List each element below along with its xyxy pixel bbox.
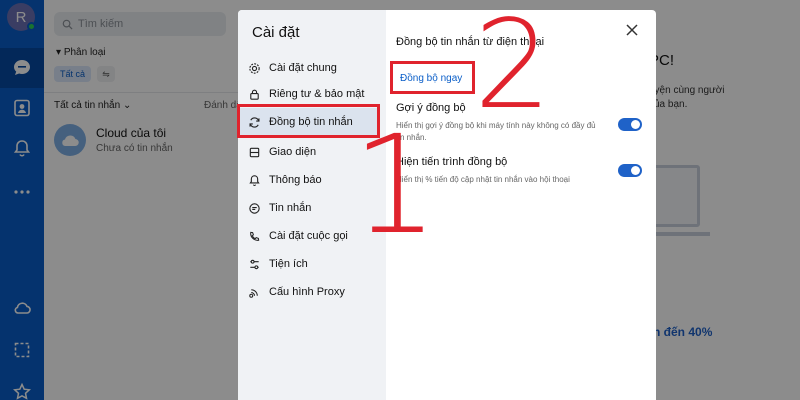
proxy-icon <box>249 288 258 298</box>
menu-item-label: Cấu hình Proxy <box>269 286 345 298</box>
message-icon <box>249 202 260 214</box>
menu-item-label: Giao diện <box>269 146 317 158</box>
step-number-1: 1 <box>352 107 439 265</box>
menu-item-label: Tiện ích <box>269 258 308 270</box>
lock-icon <box>250 89 259 100</box>
sync-suggestion-toggle[interactable] <box>618 118 642 131</box>
palette-icon <box>249 147 260 157</box>
menu-item-label: Riêng tư & bảo mật <box>269 88 365 100</box>
dialog-title: Cài đặt <box>252 24 300 41</box>
menu-item-general[interactable]: Cài đặt chung <box>248 58 380 78</box>
menu-item-label: Cài đặt chung <box>269 62 337 74</box>
tools-icon <box>250 259 259 269</box>
phone-icon <box>250 231 260 241</box>
highlight-box-sync-button <box>390 61 475 94</box>
close-icon[interactable] <box>624 22 640 38</box>
menu-item-proxy[interactable]: Cấu hình Proxy <box>248 282 380 302</box>
menu-item-label: Cài đặt cuộc gọi <box>269 230 348 242</box>
menu-item-label: Thông báo <box>269 174 322 186</box>
step-number-2: 2 <box>474 0 552 136</box>
menu-item-label: Tin nhắn <box>269 202 312 214</box>
menu-item-privacy[interactable]: Riêng tư & bảo mật <box>248 84 380 104</box>
sync-progress-toggle[interactable] <box>618 164 642 177</box>
gear-icon <box>249 62 260 74</box>
bell-icon <box>249 174 260 186</box>
